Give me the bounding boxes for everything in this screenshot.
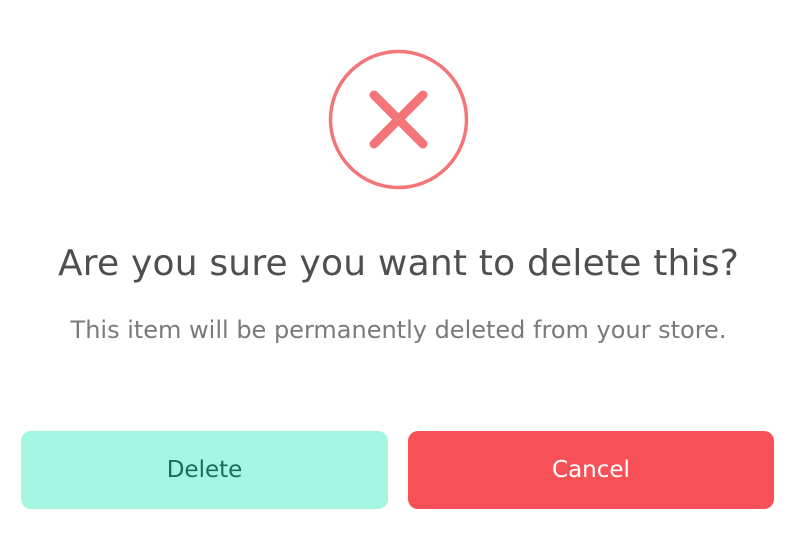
dialog-message: This item will be permanently deleted fr… <box>70 316 727 344</box>
delete-confirmation-dialog: Are you sure you want to delete this? Th… <box>0 0 797 537</box>
dialog-title: Are you sure you want to delete this? <box>57 243 740 284</box>
delete-button[interactable]: Delete <box>21 431 388 509</box>
cancel-button[interactable]: Cancel <box>408 431 774 509</box>
close-x-circle-icon <box>328 49 469 190</box>
